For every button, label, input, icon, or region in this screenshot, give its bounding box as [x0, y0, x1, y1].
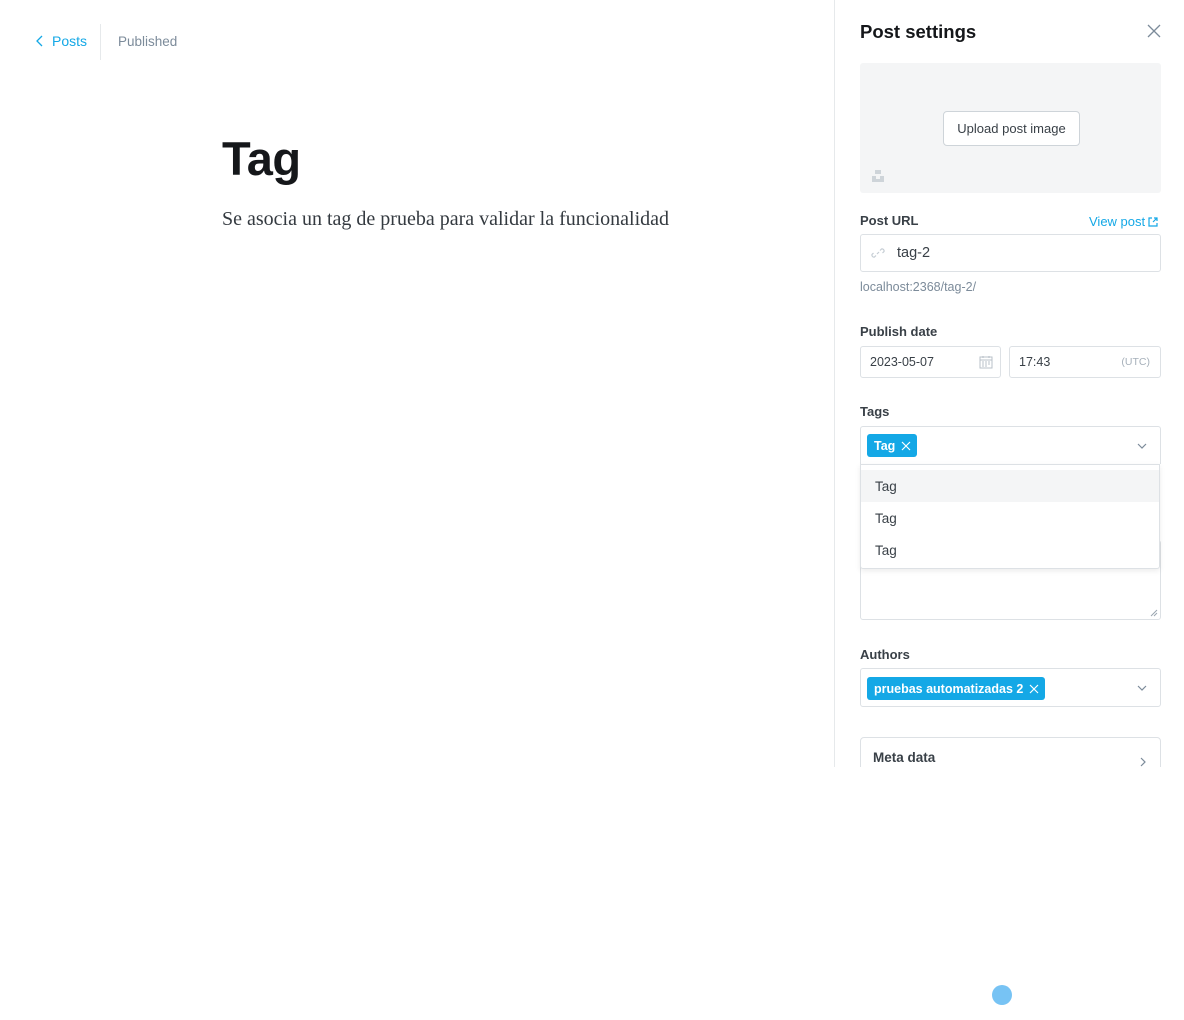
upload-post-image-button[interactable]: Upload post image — [943, 111, 1080, 146]
post-url-label: Post URL — [860, 213, 919, 228]
post-status: Published — [118, 34, 178, 49]
pointer-indicator — [992, 985, 1012, 1005]
external-link-icon — [1148, 216, 1158, 227]
calendar-icon[interactable] — [979, 355, 993, 369]
tags-label: Tags — [860, 404, 890, 419]
timezone-label: (UTC) — [1121, 356, 1150, 368]
post-url-input[interactable] — [897, 245, 1137, 261]
chevron-left-icon — [36, 35, 43, 47]
tag-option[interactable]: Tag — [861, 502, 1159, 534]
view-post-link[interactable]: View post — [1089, 214, 1158, 229]
editor-topbar: Posts Published — [0, 0, 834, 84]
publish-date-value: 2023-05-07 — [870, 355, 934, 369]
panel-title: Post settings — [860, 21, 977, 42]
view-post-label: View post — [1089, 214, 1146, 229]
chevron-down-icon[interactable] — [1136, 682, 1148, 694]
post-title[interactable]: Tag — [222, 131, 301, 186]
tags-dropdown: Tag Tag Tag — [860, 464, 1160, 569]
post-body[interactable]: Se asocia un tag de prueba para validar … — [222, 208, 669, 231]
meta-data-card[interactable]: Meta data — [860, 737, 1161, 767]
chevron-down-icon[interactable] — [1136, 440, 1148, 452]
tag-token-label: Tag — [874, 438, 896, 453]
publish-date-label: Publish date — [860, 324, 938, 339]
authors-label: Authors — [860, 647, 910, 662]
author-token: pruebas automatizadas 2 — [867, 677, 1046, 700]
publish-time-field[interactable]: 17:43 (UTC) — [1009, 346, 1161, 378]
tag-option[interactable]: Tag — [861, 470, 1159, 502]
post-url-field[interactable] — [860, 234, 1161, 272]
post-image-dropzone[interactable]: Upload post image — [860, 63, 1161, 193]
authors-field[interactable]: pruebas automatizadas 2 — [860, 668, 1161, 707]
editor: Posts Published Tag Se asocia un tag de … — [0, 0, 834, 767]
token-remove-icon[interactable] — [901, 441, 911, 451]
tags-field[interactable]: Tag — [860, 426, 1161, 464]
resize-grip-icon[interactable] — [1150, 609, 1158, 617]
post-settings-panel: Post settings Upload post image Post URL… — [834, 0, 1184, 767]
token-remove-icon[interactable] — [1029, 684, 1039, 694]
publish-date-field[interactable]: 2023-05-07 — [860, 346, 1001, 378]
tag-option[interactable]: Tag — [861, 534, 1159, 566]
unsplash-icon[interactable] — [871, 169, 885, 183]
chevron-right-icon — [1140, 757, 1146, 767]
link-icon — [871, 248, 885, 258]
back-link-label: Posts — [52, 33, 88, 49]
close-icon[interactable] — [1145, 22, 1163, 40]
post-url-hint: localhost:2368/tag-2/ — [860, 280, 977, 294]
topbar-divider — [100, 24, 101, 60]
meta-data-title: Meta data — [873, 750, 936, 765]
back-to-posts-link[interactable]: Posts — [34, 33, 87, 49]
publish-time-value: 17:43 — [1019, 355, 1051, 369]
tag-token: Tag — [867, 434, 918, 457]
author-token-label: pruebas automatizadas 2 — [874, 681, 1024, 696]
